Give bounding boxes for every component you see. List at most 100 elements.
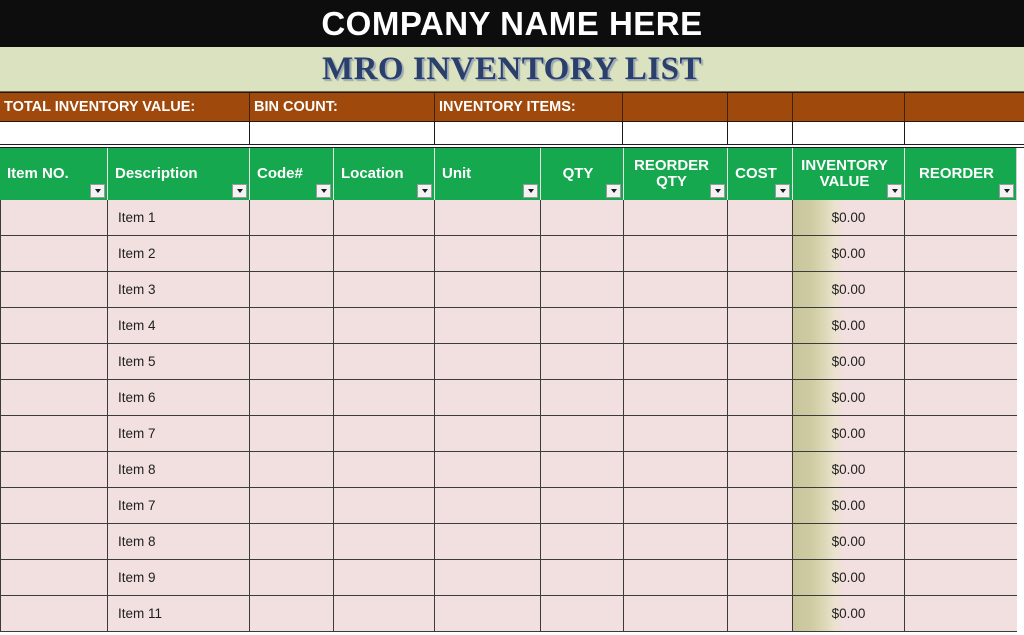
cell-code[interactable]	[250, 380, 334, 416]
cell-location[interactable]	[334, 452, 435, 488]
column-header-location[interactable]: Location	[334, 148, 435, 200]
cell-qty[interactable]	[541, 380, 624, 416]
cell-description[interactable]: Item 7	[108, 416, 250, 452]
cell-description[interactable]: Item 7	[108, 488, 250, 524]
cell-description[interactable]: Item 8	[108, 524, 250, 560]
cell-reorder[interactable]	[905, 236, 1017, 272]
cell-code[interactable]	[250, 524, 334, 560]
cell-unit[interactable]	[435, 380, 541, 416]
cell-unit[interactable]	[435, 236, 541, 272]
column-header-inventory-value[interactable]: INVENTORY VALUE	[793, 148, 905, 200]
cell-reorder-qty[interactable]	[624, 488, 728, 524]
cell-reorder[interactable]	[905, 524, 1017, 560]
cell-inventory-value[interactable]: $0.00	[793, 308, 905, 344]
cell-qty[interactable]	[541, 236, 624, 272]
cell-qty[interactable]	[541, 416, 624, 452]
summary-value-input-3[interactable]	[623, 122, 728, 144]
cell-code[interactable]	[250, 452, 334, 488]
cell-reorder[interactable]	[905, 560, 1017, 596]
cell-code[interactable]	[250, 308, 334, 344]
cell-item-no[interactable]	[0, 272, 108, 308]
column-header-reorder[interactable]: REORDER	[905, 148, 1017, 200]
cell-cost[interactable]	[728, 488, 793, 524]
cell-description[interactable]: Item 5	[108, 344, 250, 380]
cell-reorder-qty[interactable]	[624, 308, 728, 344]
cell-inventory-value[interactable]: $0.00	[793, 596, 905, 632]
column-header-cost[interactable]: COST	[728, 148, 793, 200]
cell-code[interactable]	[250, 236, 334, 272]
cell-description[interactable]: Item 9	[108, 560, 250, 596]
cell-qty[interactable]	[541, 596, 624, 632]
cell-reorder[interactable]	[905, 344, 1017, 380]
cell-code[interactable]	[250, 272, 334, 308]
cell-location[interactable]	[334, 560, 435, 596]
column-header-item-no[interactable]: Item NO.	[0, 148, 108, 200]
cell-item-no[interactable]	[0, 524, 108, 560]
cell-unit[interactable]	[435, 452, 541, 488]
cell-description[interactable]: Item 11	[108, 596, 250, 632]
cell-unit[interactable]	[435, 344, 541, 380]
cell-location[interactable]	[334, 380, 435, 416]
cell-cost[interactable]	[728, 344, 793, 380]
cell-reorder-qty[interactable]	[624, 272, 728, 308]
cell-qty[interactable]	[541, 560, 624, 596]
cell-reorder-qty[interactable]	[624, 416, 728, 452]
cell-inventory-value[interactable]: $0.00	[793, 416, 905, 452]
cell-inventory-value[interactable]: $0.00	[793, 236, 905, 272]
cell-reorder[interactable]	[905, 488, 1017, 524]
cell-cost[interactable]	[728, 236, 793, 272]
cell-reorder[interactable]	[905, 200, 1017, 236]
cell-cost[interactable]	[728, 200, 793, 236]
cell-location[interactable]	[334, 344, 435, 380]
cell-item-no[interactable]	[0, 596, 108, 632]
summary-value-input-4[interactable]	[728, 122, 793, 144]
cell-unit[interactable]	[435, 596, 541, 632]
cell-reorder-qty[interactable]	[624, 560, 728, 596]
cell-reorder-qty[interactable]	[624, 200, 728, 236]
cell-location[interactable]	[334, 308, 435, 344]
cell-reorder-qty[interactable]	[624, 344, 728, 380]
cell-item-no[interactable]	[0, 488, 108, 524]
cell-code[interactable]	[250, 344, 334, 380]
cell-reorder-qty[interactable]	[624, 236, 728, 272]
cell-inventory-value[interactable]: $0.00	[793, 524, 905, 560]
cell-location[interactable]	[334, 488, 435, 524]
cell-item-no[interactable]	[0, 236, 108, 272]
cell-code[interactable]	[250, 560, 334, 596]
filter-dropdown-icon[interactable]	[775, 184, 790, 198]
column-header-reorder-qty[interactable]: REORDER QTY	[624, 148, 728, 200]
cell-cost[interactable]	[728, 416, 793, 452]
cell-description[interactable]: Item 2	[108, 236, 250, 272]
cell-code[interactable]	[250, 416, 334, 452]
cell-qty[interactable]	[541, 272, 624, 308]
cell-cost[interactable]	[728, 524, 793, 560]
cell-cost[interactable]	[728, 452, 793, 488]
cell-inventory-value[interactable]: $0.00	[793, 200, 905, 236]
cell-inventory-value[interactable]: $0.00	[793, 452, 905, 488]
cell-inventory-value[interactable]: $0.00	[793, 380, 905, 416]
column-header-description[interactable]: Description	[108, 148, 250, 200]
cell-reorder[interactable]	[905, 416, 1017, 452]
filter-dropdown-icon[interactable]	[316, 184, 331, 198]
filter-dropdown-icon[interactable]	[999, 184, 1014, 198]
summary-value-input-5[interactable]	[793, 122, 905, 144]
filter-dropdown-icon[interactable]	[417, 184, 432, 198]
cell-cost[interactable]	[728, 272, 793, 308]
cell-location[interactable]	[334, 272, 435, 308]
cell-reorder-qty[interactable]	[624, 452, 728, 488]
filter-dropdown-icon[interactable]	[887, 184, 902, 198]
cell-qty[interactable]	[541, 344, 624, 380]
filter-dropdown-icon[interactable]	[606, 184, 621, 198]
cell-reorder[interactable]	[905, 380, 1017, 416]
cell-unit[interactable]	[435, 524, 541, 560]
cell-location[interactable]	[334, 596, 435, 632]
cell-qty[interactable]	[541, 452, 624, 488]
cell-qty[interactable]	[541, 200, 624, 236]
cell-code[interactable]	[250, 200, 334, 236]
cell-inventory-value[interactable]: $0.00	[793, 560, 905, 596]
cell-cost[interactable]	[728, 596, 793, 632]
summary-value-input-6[interactable]	[905, 122, 1024, 144]
column-header-unit[interactable]: Unit	[435, 148, 541, 200]
cell-unit[interactable]	[435, 488, 541, 524]
cell-inventory-value[interactable]: $0.00	[793, 488, 905, 524]
